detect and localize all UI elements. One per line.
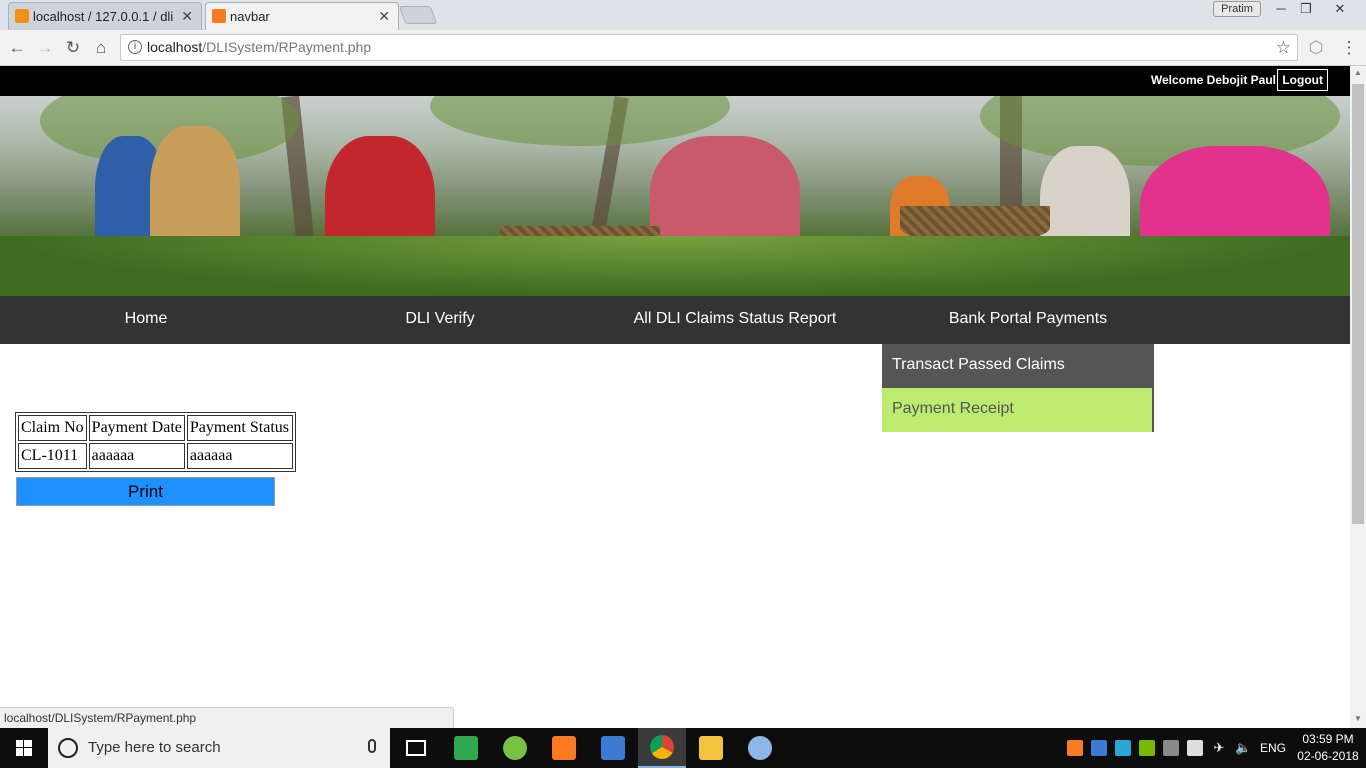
extension-icon[interactable]: ⬡ — [1305, 37, 1327, 59]
xampp-icon — [212, 9, 226, 23]
nvidia-tray-icon[interactable] — [1139, 740, 1155, 756]
volume-icon[interactable]: 🔈 — [1235, 740, 1251, 756]
home-icon[interactable]: ⌂ — [90, 37, 112, 59]
paint-icon[interactable] — [736, 728, 784, 768]
browser-tab-strip: localhost / 127.0.0.1 / dlis ✕ navbar ✕ … — [0, 0, 1366, 30]
windows-start-icon[interactable] — [0, 728, 48, 768]
browser-status-bar: localhost/DLISystem/RPayment.php — [0, 707, 454, 728]
app-tray-icon[interactable] — [1115, 740, 1131, 756]
taskbar-clock[interactable]: 03:59 PM 02-06-2018 — [1294, 731, 1362, 765]
window-close-icon[interactable]: ✕ — [1328, 0, 1352, 18]
url-path: /DLISystem/RPayment.php — [202, 39, 372, 55]
task-view-icon[interactable] — [392, 728, 440, 768]
nav-status-report[interactable]: All DLI Claims Status Report — [588, 296, 882, 344]
security-tray-icon[interactable] — [1187, 740, 1203, 756]
logout-button[interactable]: Logout — [1277, 69, 1328, 91]
search-placeholder: Type here to search — [88, 739, 221, 756]
airplane-icon[interactable]: ✈ — [1211, 740, 1227, 756]
forward-arrow-icon[interactable]: → — [34, 37, 56, 59]
nav-bank-portal-payments[interactable]: Bank Portal Payments — [882, 296, 1174, 344]
network-tray-icon[interactable] — [1091, 740, 1107, 756]
nav-dli-verify[interactable]: DLI Verify — [292, 296, 588, 344]
minimize-icon[interactable]: ─ — [1269, 0, 1293, 18]
column-header: Claim No — [18, 415, 87, 441]
payment-table: Claim No Payment Date Payment Status CL-… — [15, 412, 296, 472]
main-navbar: Home DLI Verify All DLI Claims Status Re… — [0, 296, 1350, 344]
bookmark-star-icon[interactable]: ☆ — [1276, 35, 1291, 60]
dropdown-payment-receipt[interactable]: Payment Receipt — [882, 388, 1154, 432]
phpmyadmin-icon — [15, 9, 29, 23]
table-row: CL-1011 aaaaaa aaaaaa — [18, 443, 293, 469]
reload-icon[interactable]: ↻ — [62, 37, 84, 59]
url-host: localhost — [147, 39, 203, 55]
scroll-down-icon[interactable]: ▼ — [1350, 712, 1366, 726]
profile-button[interactable]: Pratim — [1213, 1, 1261, 17]
browser-toolbar: ← → ↻ ⌂ i localhost/DLISystem/RPayment.p… — [0, 30, 1366, 66]
restore-icon[interactable]: ❐ — [1294, 0, 1318, 18]
language-indicator[interactable]: ENG — [1260, 728, 1286, 768]
column-header: Payment Date — [88, 415, 185, 441]
print-button[interactable]: Print — [16, 477, 275, 506]
tab-title: localhost / 127.0.0.1 / dlis — [33, 9, 173, 24]
chrome-icon[interactable] — [638, 728, 686, 768]
cortana-icon — [58, 738, 78, 758]
xampp-taskbar-icon[interactable] — [540, 728, 588, 768]
notes-app-icon[interactable] — [442, 728, 490, 768]
info-icon[interactable]: i — [128, 40, 142, 54]
file-explorer-icon[interactable] — [687, 728, 735, 768]
address-bar[interactable]: i localhost/DLISystem/RPayment.php ☆ — [120, 34, 1298, 61]
menu-dots-icon[interactable]: ⋮ — [1338, 37, 1360, 59]
column-header: Payment Status — [186, 415, 293, 441]
browser-tab-phpmyadmin[interactable]: localhost / 127.0.0.1 / dlis ✕ — [8, 2, 202, 30]
taskbar-search-box[interactable]: Type here to search — [48, 728, 390, 768]
clock-time: 03:59 PM — [1302, 732, 1354, 746]
claim-no-cell: CL-1011 — [18, 443, 87, 469]
scrollbar-thumb[interactable] — [1352, 84, 1364, 524]
browser-tab-navbar[interactable]: navbar ✕ — [205, 2, 399, 30]
welcome-text: Welcome Debojit Paul — [1150, 73, 1276, 87]
banner-image — [0, 96, 1350, 296]
tab-title: navbar — [230, 9, 270, 24]
payment-status-cell: aaaaaa — [186, 443, 293, 469]
table-header-row: Claim No Payment Date Payment Status — [18, 415, 293, 441]
dropdown-transact-passed-claims[interactable]: Transact Passed Claims — [882, 344, 1154, 388]
clock-date: 02-06-2018 — [1297, 749, 1359, 763]
microphone-icon[interactable] — [368, 739, 376, 753]
page-top-bar: Welcome Debojit Paul Logout — [0, 66, 1350, 96]
virtualbox-icon[interactable] — [589, 728, 637, 768]
payment-date-cell: aaaaaa — [88, 443, 185, 469]
utorrent-icon[interactable] — [491, 728, 539, 768]
close-tab-icon[interactable]: ✕ — [181, 8, 193, 25]
back-arrow-icon[interactable]: ← — [6, 37, 28, 59]
close-tab-icon[interactable]: ✕ — [378, 8, 390, 25]
scroll-up-icon[interactable]: ▲ — [1350, 66, 1366, 80]
keyboard-tray-icon[interactable] — [1163, 740, 1179, 756]
bank-portal-dropdown: Transact Passed Claims Payment Receipt — [882, 344, 1154, 432]
xampp-tray-icon[interactable] — [1067, 740, 1083, 756]
nav-home[interactable]: Home — [0, 296, 292, 344]
new-tab-button[interactable] — [398, 6, 438, 24]
windows-taskbar: Type here to search ✈ 🔈 ENG 03:59 PM 02-… — [0, 728, 1366, 768]
